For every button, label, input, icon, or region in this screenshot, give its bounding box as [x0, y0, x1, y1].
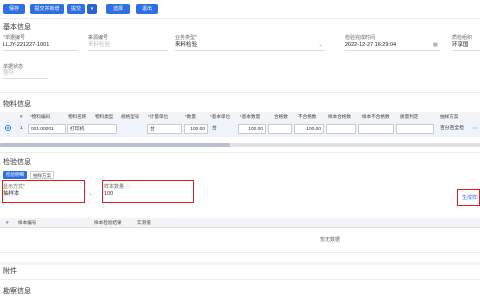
org-label: 质检组织	[452, 35, 473, 41]
attachment-title: 附件	[3, 268, 17, 275]
chevron-down-icon: ⌄	[88, 191, 94, 197]
biz-type-label: 业务类型*	[175, 35, 197, 41]
sample-ok-input[interactable]	[326, 124, 356, 134]
source-no-label: 来源编号	[88, 35, 109, 41]
highlight-generate	[457, 189, 480, 206]
highlight-display-mode	[2, 180, 85, 203]
unqualified-input[interactable]: 100.00	[294, 124, 324, 134]
material-info-title: 物料信息	[3, 101, 31, 108]
highlight-sample-qty	[102, 180, 194, 203]
sample-table-header: # 样本编号 样本检验结果 实测值	[0, 218, 480, 228]
col-sample-no: 样本编号	[18, 220, 37, 225]
ellipsis-icon[interactable]: ⋯	[472, 125, 478, 132]
row-radio[interactable]	[5, 125, 11, 131]
chevron-down-icon: ▾	[90, 6, 94, 12]
empty-text: 暂无数据	[320, 237, 341, 243]
col-sample-result: 样本检验结果	[94, 220, 122, 225]
finish-time-field[interactable]: 2022-12-27 16:29:04 ▦	[345, 41, 440, 51]
doc-no-field[interactable]: LLJY-221227-1001	[3, 41, 78, 51]
select-button[interactable]: 选择	[106, 4, 130, 14]
material-code-input[interactable]: 001.00001	[28, 124, 66, 134]
qty-input[interactable]: 100.00	[184, 124, 208, 134]
col-sample-ok: 样本合格数	[328, 114, 351, 119]
row-index: 1	[20, 126, 23, 131]
col-measured: 实测值	[137, 220, 151, 225]
scheme-text[interactable]: 百分百全检	[440, 124, 464, 134]
basic-info-title: 基本信息	[3, 24, 31, 31]
col-qty: *数量	[185, 114, 196, 119]
col-sample-index: #	[6, 220, 9, 225]
col-scheme: 抽样方案	[440, 114, 459, 119]
calendar-icon: ▦	[432, 42, 438, 48]
col-base-qty: *基本数量	[240, 114, 261, 119]
doc-no-label: *单据编号	[3, 35, 25, 41]
tab-inspection-detail[interactable]: 检验明细	[3, 171, 27, 179]
change-info-title: 勘察信息	[3, 288, 31, 295]
col-judgement: 质量判定	[400, 114, 419, 119]
chevron-down-icon: ⌄	[318, 42, 323, 48]
finish-time-label: 检验完成时间	[345, 35, 376, 41]
col-type: 物料类型	[95, 114, 114, 119]
submit-dropdown-button[interactable]: ▾	[87, 4, 97, 14]
horizontal-scrollbar[interactable]	[0, 143, 480, 147]
save-button[interactable]: 保存	[3, 4, 25, 14]
col-spec: 规格型号	[121, 114, 140, 119]
col-unit: *计量单位	[148, 114, 169, 119]
material-name-input[interactable]: 打印机	[67, 124, 117, 134]
save-and-new-button[interactable]: 提交并新增	[30, 4, 64, 14]
col-code: *物料编码	[30, 114, 51, 119]
org-field[interactable]: 环享国	[452, 41, 480, 51]
col-sample-ng: 样本不合格数	[362, 114, 390, 119]
col-index: #	[20, 114, 23, 119]
biz-type-select[interactable]: 来料检验 ⌄	[175, 41, 325, 51]
base-unit-text: 台	[212, 126, 217, 131]
inspection-info-title: 检验信息	[3, 159, 31, 166]
sample-ng-input[interactable]	[358, 124, 394, 134]
base-qty-input[interactable]: 100.00	[238, 124, 266, 134]
col-base-unit: *基本单位	[210, 114, 231, 119]
qualified-input[interactable]	[268, 124, 292, 134]
judgement-select[interactable]	[396, 124, 434, 134]
col-name: 物料名称	[68, 114, 87, 119]
col-qualified: 合格数	[274, 114, 288, 119]
submit-button[interactable]: 提交	[67, 4, 85, 14]
tab-sampling-scheme[interactable]: 抽样方案	[30, 171, 54, 179]
unit-input[interactable]: 台	[147, 124, 182, 134]
doc-status-field: 暂存	[3, 69, 48, 79]
col-unqualified: 不合格数	[298, 114, 317, 119]
exit-button[interactable]: 退出	[136, 4, 158, 14]
source-no-field[interactable]: 来料检验	[88, 41, 168, 51]
